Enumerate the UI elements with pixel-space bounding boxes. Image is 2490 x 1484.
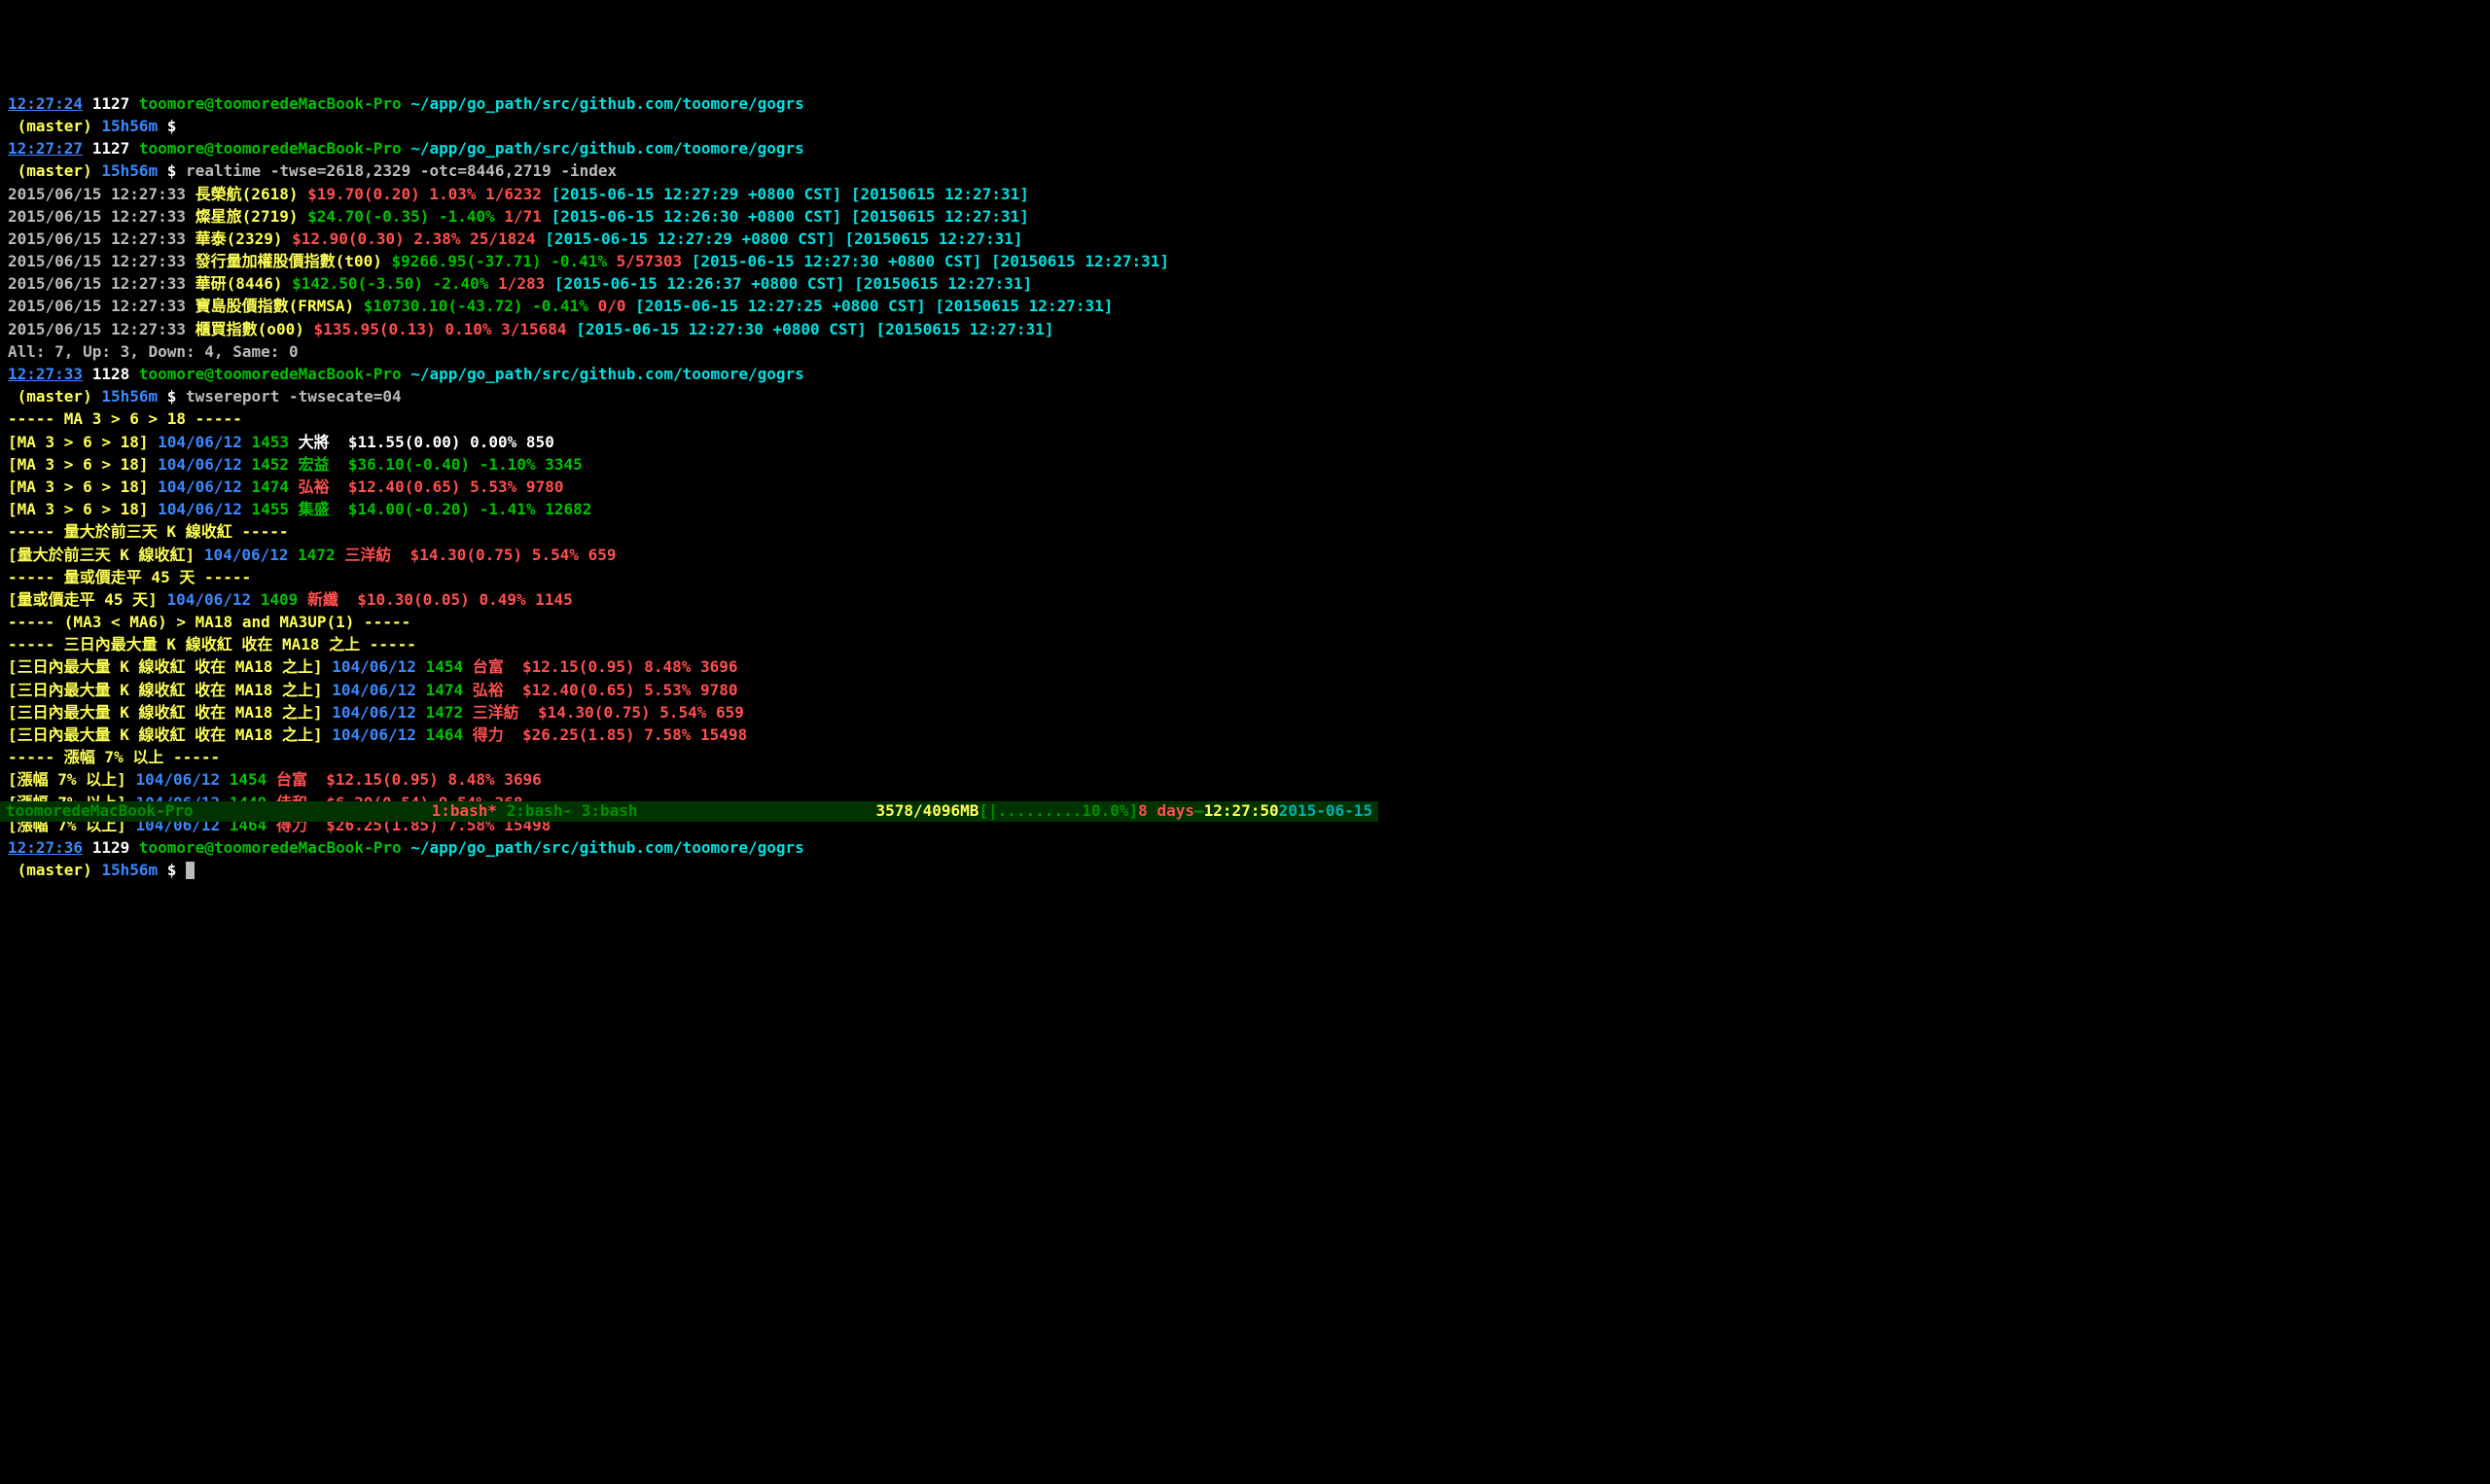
status-host: toomoredeMacBook-Pro <box>6 801 194 822</box>
terminal-line: [漲幅 7% 以上] 104/06/12 1454 台富 $12.15(0.95… <box>8 768 1370 791</box>
terminal-line: [MA 3 > 6 > 18] 104/06/12 1474 弘裕 $12.40… <box>8 476 1370 498</box>
terminal-line: [MA 3 > 6 > 18] 104/06/12 1453 大將 $11.55… <box>8 431 1370 453</box>
terminal-line: All: 7, Up: 3, Down: 4, Same: 0 <box>8 340 1370 363</box>
terminal-line: [三日內最大量 K 線收紅 收在 MA18 之上] 104/06/12 1472… <box>8 701 1370 724</box>
terminal-line: ----- 量或價走平 45 天 ----- <box>8 566 1370 588</box>
status-right: 3578/4096MB[|.........10.0%]8 days—12:27… <box>875 801 1372 822</box>
terminal-line: 12:27:33 1128 toomore@toomoredeMacBook-P… <box>8 363 1370 385</box>
status-tab-active: 1:bash* <box>432 801 497 820</box>
cursor <box>186 862 195 879</box>
terminal-line: [MA 3 > 6 > 18] 104/06/12 1452 宏益 $36.10… <box>8 453 1370 476</box>
terminal-line: (master) 15h56m $ twsereport -twsecate=0… <box>8 385 1370 407</box>
terminal-line: 2015/06/15 12:27:33 燦星旅(2719) $24.70(-0.… <box>8 205 1370 228</box>
status-tab-rest: 2:bash- 3:bash <box>497 801 638 820</box>
terminal-line: ----- (MA3 < MA6) > MA18 and MA3UP(1) --… <box>8 611 1370 633</box>
terminal-line: 12:27:36 1129 toomore@toomoredeMacBook-P… <box>8 836 1370 859</box>
tmux-status-bar: toomoredeMacBook-Pro 1:bash* 2:bash- 3:b… <box>0 801 1378 822</box>
terminal-line: [量大於前三天 K 線收紅] 104/06/12 1472 三洋紡 $14.30… <box>8 544 1370 566</box>
terminal-line: ----- 三日內最大量 K 線收紅 收在 MA18 之上 ----- <box>8 633 1370 655</box>
terminal-line: [三日內最大量 K 線收紅 收在 MA18 之上] 104/06/12 1464… <box>8 724 1370 746</box>
terminal-line: 12:27:27 1127 toomore@toomoredeMacBook-P… <box>8 137 1370 159</box>
terminal-line: [量或價走平 45 天] 104/06/12 1409 新纖 $10.30(0.… <box>8 588 1370 611</box>
terminal-line: 2015/06/15 12:27:33 華泰(2329) $12.90(0.30… <box>8 228 1370 250</box>
terminal-output[interactable]: 12:27:24 1127 toomore@toomoredeMacBook-P… <box>8 92 1370 882</box>
terminal-line: (master) 15h56m $ <box>8 115 1370 137</box>
terminal-line: 2015/06/15 12:27:33 寶島股價指數(FRMSA) $10730… <box>8 295 1370 317</box>
terminal-line: 2015/06/15 12:27:33 長榮航(2618) $19.70(0.2… <box>8 183 1370 205</box>
status-tabs: 1:bash* 2:bash- 3:bash <box>194 801 876 822</box>
terminal-line: [三日內最大量 K 線收紅 收在 MA18 之上] 104/06/12 1474… <box>8 679 1370 701</box>
terminal-line: [MA 3 > 6 > 18] 104/06/12 1455 集盛 $14.00… <box>8 498 1370 520</box>
terminal-line: 2015/06/15 12:27:33 發行量加權股價指數(t00) $9266… <box>8 250 1370 272</box>
terminal-line: (master) 15h56m $ <box>8 859 1370 881</box>
terminal-line: 12:27:24 1127 toomore@toomoredeMacBook-P… <box>8 92 1370 115</box>
terminal-line: 2015/06/15 12:27:33 華研(8446) $142.50(-3.… <box>8 272 1370 295</box>
terminal-line: ----- 漲幅 7% 以上 ----- <box>8 746 1370 768</box>
terminal-line: [三日內最大量 K 線收紅 收在 MA18 之上] 104/06/12 1454… <box>8 655 1370 678</box>
terminal-line: ----- 量大於前三天 K 線收紅 ----- <box>8 520 1370 543</box>
terminal-line: 2015/06/15 12:27:33 櫃買指數(o00) $135.95(0.… <box>8 318 1370 340</box>
terminal-line: ----- MA 3 > 6 > 18 ----- <box>8 407 1370 430</box>
terminal-line: (master) 15h56m $ realtime -twse=2618,23… <box>8 159 1370 182</box>
